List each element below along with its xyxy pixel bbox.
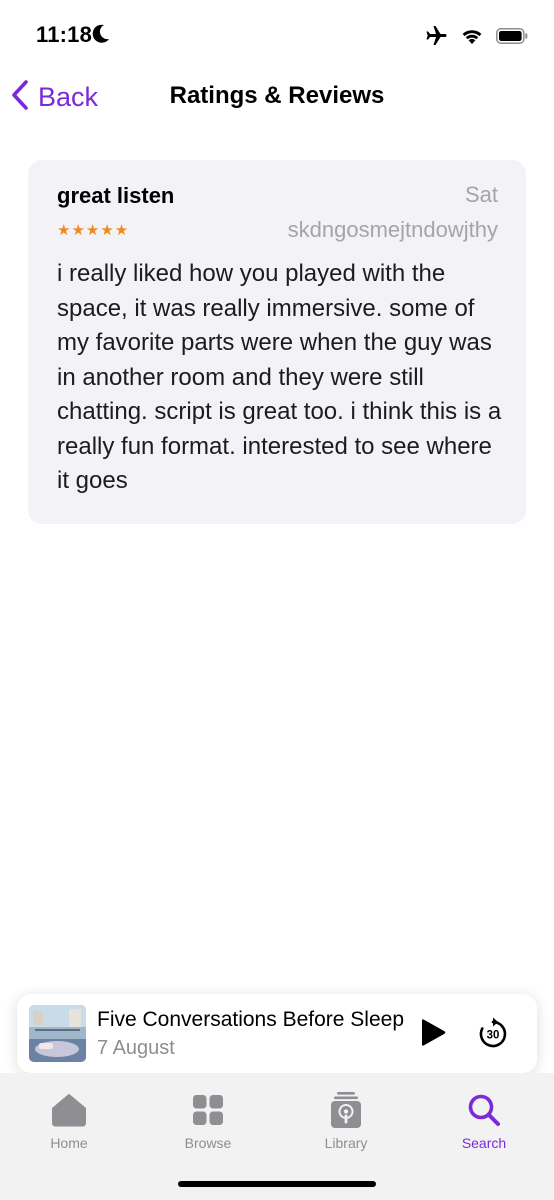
tab-label-browse: Browse: [184, 1135, 232, 1151]
review-title: great listen: [57, 183, 175, 208]
review-card: great listen Sat ★★★★★ skdngosmejtndowjt…: [28, 160, 526, 524]
moon-icon: [92, 24, 110, 49]
airplane-icon: [424, 24, 448, 53]
tab-label-home: Home: [50, 1135, 88, 1151]
app-root: 11:18 Back Ratings & Reviews great liste…: [0, 0, 554, 1200]
tab-home[interactable]: Home: [19, 1091, 119, 1151]
play-icon: [419, 1019, 447, 1052]
episode-artwork: [29, 1005, 86, 1062]
tab-search[interactable]: Search: [434, 1091, 534, 1151]
search-icon: [467, 1091, 501, 1129]
status-time: 11:18: [36, 22, 93, 47]
skip-seconds-label: 30: [487, 1030, 500, 1042]
mini-player[interactable]: Five Conversations Before Sleep 7 August…: [17, 994, 537, 1073]
wifi-icon: [460, 27, 484, 50]
navigation-bar: Back Ratings & Reviews: [0, 70, 554, 126]
review-author: skdngosmejtndowjthy: [287, 217, 498, 242]
review-body: i really liked how you played with the s…: [57, 260, 502, 494]
tab-library[interactable]: Library: [296, 1091, 396, 1151]
battery-icon: [496, 28, 528, 49]
skip-forward-30-icon: 30: [477, 1017, 509, 1054]
skip-forward-button[interactable]: 30: [477, 1016, 509, 1055]
review-date: Sat: [464, 182, 498, 207]
star-rating: ★★★★★: [57, 222, 130, 239]
tab-label-search: Search: [461, 1135, 507, 1151]
tab-label-library: Library: [324, 1135, 368, 1151]
library-icon: [330, 1091, 362, 1129]
home-icon: [51, 1091, 87, 1129]
page-title: Ratings & Reviews: [169, 82, 385, 109]
grid-icon: [192, 1091, 224, 1129]
home-indicator: [178, 1181, 376, 1187]
status-bar: 11:18: [0, 0, 554, 70]
play-button[interactable]: [419, 1018, 447, 1053]
episode-date: 7 August: [97, 1037, 175, 1059]
tab-browse[interactable]: Browse: [158, 1091, 258, 1151]
episode-title: Five Conversations Before Sleep: [97, 1008, 404, 1031]
status-icons: [424, 24, 528, 53]
